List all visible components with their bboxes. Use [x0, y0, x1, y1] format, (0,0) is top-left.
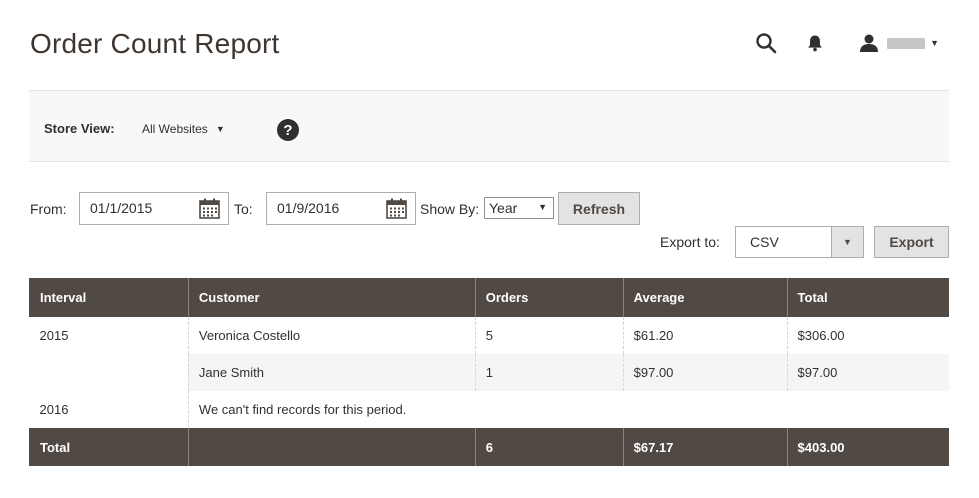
chevron-down-icon: ▼: [538, 202, 547, 212]
show-by-value: Year: [489, 200, 518, 216]
column-header-orders[interactable]: Orders: [474, 278, 624, 317]
totals-label: Total: [29, 428, 189, 466]
show-by-label: Show By:: [420, 201, 480, 217]
table-row: 2015 Veronica Costello 5 $61.20 $306.00: [29, 317, 949, 354]
average-cell: $97.00: [622, 354, 788, 391]
customer-cell: Veronica Costello: [187, 317, 476, 354]
column-header-average[interactable]: Average: [622, 278, 788, 317]
average-cell: $61.20: [622, 317, 788, 354]
show-by-select[interactable]: Year ▼: [484, 197, 554, 219]
interval-cell: 2016: [29, 391, 189, 428]
total-cell: $306.00: [786, 317, 949, 354]
user-name-redacted: [887, 37, 926, 49]
to-label: To:: [234, 201, 253, 217]
export-format-value: CSV: [750, 234, 779, 250]
to-date-input[interactable]: [277, 200, 377, 216]
store-view-label: Store View:: [44, 121, 115, 136]
search-icon[interactable]: [755, 32, 777, 54]
from-date-input[interactable]: [90, 200, 190, 216]
totals-average: $67.17: [622, 428, 788, 466]
user-menu[interactable]: ▼: [859, 34, 939, 52]
customer-cell: Jane Smith: [187, 354, 476, 391]
totals-customer: [187, 428, 476, 466]
table-row: 2016 We can't find records for this peri…: [29, 391, 949, 428]
user-icon: [859, 34, 879, 52]
calendar-icon[interactable]: [386, 198, 407, 224]
export-format-select[interactable]: CSV ▼: [735, 226, 864, 258]
to-date-field[interactable]: [266, 192, 416, 225]
orders-cell: 5: [474, 317, 624, 354]
page-title: Order Count Report: [30, 28, 280, 59]
store-view-bar: Store View: All Websites ▼ ?: [29, 90, 949, 162]
orders-cell: 1: [474, 354, 624, 391]
refresh-button[interactable]: Refresh: [558, 192, 640, 225]
store-view-switcher[interactable]: All Websites ▼: [142, 122, 225, 136]
table-row: Jane Smith 1 $97.00 $97.00: [29, 354, 949, 391]
from-date-field[interactable]: [79, 192, 229, 225]
column-header-total[interactable]: Total: [786, 278, 949, 317]
table-totals-row: Total 6 $67.17 $403.00: [29, 428, 949, 466]
totals-orders: 6: [474, 428, 624, 466]
export-to-label: Export to:: [660, 234, 720, 250]
chevron-down-icon: ▼: [930, 38, 939, 48]
chevron-down-icon: ▼: [215, 124, 225, 134]
column-header-interval[interactable]: Interval: [29, 278, 189, 317]
table-header-row: Interval Customer Orders Average Total: [29, 278, 949, 317]
from-label: From:: [30, 201, 67, 217]
interval-cell: [29, 354, 189, 391]
no-records-message: We can't find records for this period.: [187, 391, 949, 428]
bell-icon[interactable]: [807, 34, 823, 52]
total-cell: $97.00: [786, 354, 949, 391]
interval-cell: 2015: [29, 317, 189, 354]
report-table: Interval Customer Orders Average Total 2…: [29, 278, 949, 466]
chevron-down-icon: ▼: [831, 227, 863, 257]
calendar-icon[interactable]: [199, 198, 220, 224]
totals-total: $403.00: [786, 428, 949, 466]
column-header-customer[interactable]: Customer: [187, 278, 476, 317]
store-view-value: All Websites: [142, 122, 208, 136]
header-actions: ▼: [755, 30, 939, 56]
help-icon[interactable]: ?: [277, 119, 299, 141]
export-button[interactable]: Export: [874, 226, 949, 258]
